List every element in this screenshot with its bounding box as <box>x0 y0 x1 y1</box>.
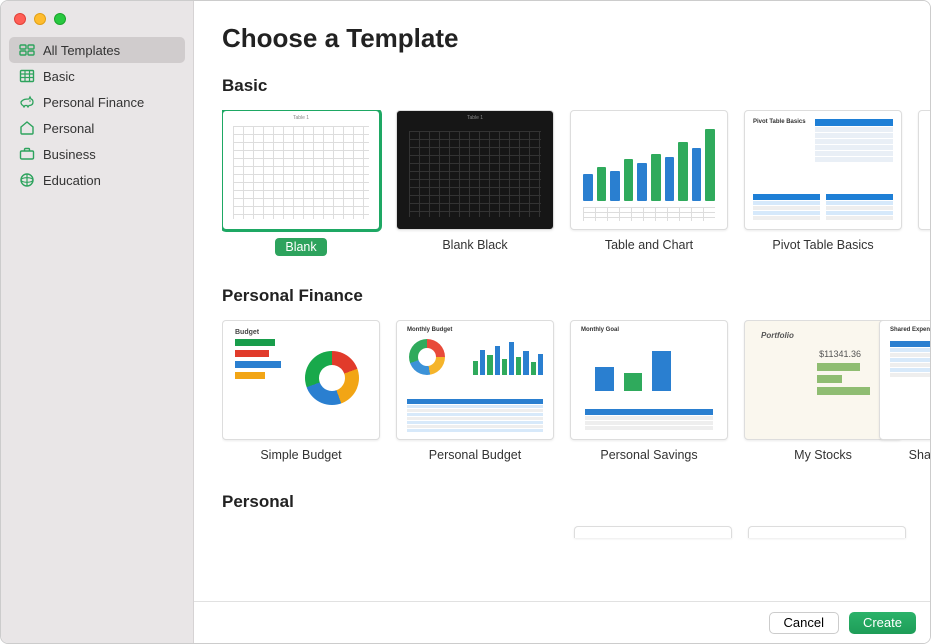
bar-icon <box>235 361 281 368</box>
bar-chart-icon <box>473 339 543 375</box>
close-window-button[interactable] <box>14 13 26 25</box>
button-label: Cancel <box>784 615 824 630</box>
template-thumbnail: Table 1 <box>396 110 554 230</box>
template-blank[interactable]: Table 1 Blank <box>222 110 380 256</box>
sidebar-item-label: Personal <box>43 121 94 136</box>
thumb-text: Monthly Budget <box>407 327 452 333</box>
thumb-text: $11341.36 <box>819 349 861 359</box>
personal-icon <box>19 120 35 136</box>
thumb-text: Table 1 <box>293 115 309 121</box>
template-personal-budget[interactable]: Monthly Budget Personal Budget <box>396 320 554 462</box>
template-thumbnail[interactable] <box>748 526 906 538</box>
sidebar-item-personal[interactable]: Personal <box>9 115 185 141</box>
template-table-and-chart[interactable]: Table and Chart <box>570 110 728 256</box>
bar-chart-icon <box>817 363 879 395</box>
table-icon <box>753 194 893 221</box>
bar-icon <box>235 350 269 357</box>
sidebar: All Templates Basic Personal Finance <box>1 1 194 643</box>
sidebar-item-education[interactable]: Education <box>9 167 185 193</box>
grid-icon <box>409 131 541 217</box>
template-scroll[interactable]: Choose a Template Basic Table 1 Blank Ta… <box>194 1 930 601</box>
template-row-basic: Table 1 Blank Table 1 Blank Black <box>222 110 930 256</box>
template-label: Personal Budget <box>429 448 521 462</box>
main-area: Choose a Template Basic Table 1 Blank Ta… <box>194 1 930 643</box>
template-label: Blank <box>275 238 326 256</box>
sidebar-item-label: Education <box>43 173 101 188</box>
table-icon <box>815 119 893 163</box>
template-thumbnail: Shared Expenses <box>879 320 930 440</box>
donut-chart-icon <box>305 351 359 405</box>
sidebar-item-personal-finance[interactable]: Personal Finance <box>9 89 185 115</box>
template-shared-expenses[interactable]: Shared Expenses Shared Expenses <box>918 320 930 462</box>
minimize-window-button[interactable] <box>34 13 46 25</box>
template-row-personal-finance: Budget Simple Budget Monthly Budget <box>222 320 930 462</box>
footer-bar: Cancel Create <box>194 601 930 643</box>
thumb-text: Pivot Table Basics <box>753 119 806 125</box>
template-label: Personal Savings <box>600 448 697 462</box>
template-pivot-table-basics[interactable]: Pivot Table Basics Pivot Table Basics <box>744 110 902 256</box>
grid-icon <box>233 126 369 219</box>
template-row-personal <box>222 526 930 538</box>
sidebar-category-list: All Templates Basic Personal Finance <box>1 33 193 197</box>
personal-finance-icon <box>19 94 35 110</box>
bar-icon <box>235 339 275 346</box>
business-icon <box>19 146 35 162</box>
template-label: Pivot Table Basics <box>772 238 873 252</box>
template-chooser-window: All Templates Basic Personal Finance <box>0 0 931 644</box>
thumb-text: Shared Expenses <box>890 327 930 333</box>
bar-icon <box>235 372 265 379</box>
window-controls <box>1 1 193 33</box>
create-button[interactable]: Create <box>849 612 916 634</box>
sidebar-item-label: Business <box>43 147 96 162</box>
basic-icon <box>19 68 35 84</box>
sidebar-item-business[interactable]: Business <box>9 141 185 167</box>
sidebar-item-all-templates[interactable]: All Templates <box>9 37 185 63</box>
bar-chart-icon <box>583 125 715 201</box>
sidebar-item-label: Personal Finance <box>43 95 144 110</box>
donut-chart-icon <box>409 339 445 375</box>
sidebar-item-label: All Templates <box>43 43 120 58</box>
section-heading-basic: Basic <box>222 76 930 96</box>
template-simple-budget[interactable]: Budget Simple Budget <box>222 320 380 462</box>
template-label: Simple Budget <box>260 448 341 462</box>
page-title: Choose a Template <box>222 23 930 54</box>
template-thumbnail <box>918 110 930 230</box>
table-icon <box>585 409 713 431</box>
template-label: Shared Expenses <box>879 448 930 462</box>
all-templates-icon <box>19 42 35 58</box>
template-thumbnail: Monthly Budget <box>396 320 554 440</box>
table-icon <box>407 399 543 433</box>
button-label: Create <box>863 615 902 630</box>
template-thumbnail[interactable] <box>574 526 732 538</box>
template-label: Blank Black <box>442 238 507 252</box>
template-overflow[interactable] <box>918 110 930 256</box>
template-thumbnail <box>570 110 728 230</box>
template-thumbnail: Monthly Goal <box>570 320 728 440</box>
sidebar-item-label: Basic <box>43 69 75 84</box>
education-icon <box>19 172 35 188</box>
template-personal-savings[interactable]: Monthly Goal Personal Savings <box>570 320 728 462</box>
thumb-text: Budget <box>235 329 259 336</box>
thumb-text: Monthly Goal <box>581 327 619 333</box>
template-label: My Stocks <box>794 448 852 462</box>
content-row: All Templates Basic Personal Finance <box>1 1 930 643</box>
sidebar-item-basic[interactable]: Basic <box>9 63 185 89</box>
cancel-button[interactable]: Cancel <box>769 612 839 634</box>
section-heading-personal-finance: Personal Finance <box>222 286 930 306</box>
template-thumbnail: Pivot Table Basics <box>744 110 902 230</box>
template-thumbnail: Table 1 <box>222 110 380 230</box>
template-thumbnail: Budget <box>222 320 380 440</box>
template-blank-black[interactable]: Table 1 Blank Black <box>396 110 554 256</box>
table-icon <box>890 341 930 378</box>
thumb-text: Portfolio <box>761 331 794 340</box>
bar-chart-icon <box>595 347 671 391</box>
section-heading-personal: Personal <box>222 492 930 512</box>
zoom-window-button[interactable] <box>54 13 66 25</box>
grid-icon <box>583 207 715 221</box>
template-label: Table and Chart <box>605 238 693 252</box>
thumb-text: Table 1 <box>467 115 483 121</box>
